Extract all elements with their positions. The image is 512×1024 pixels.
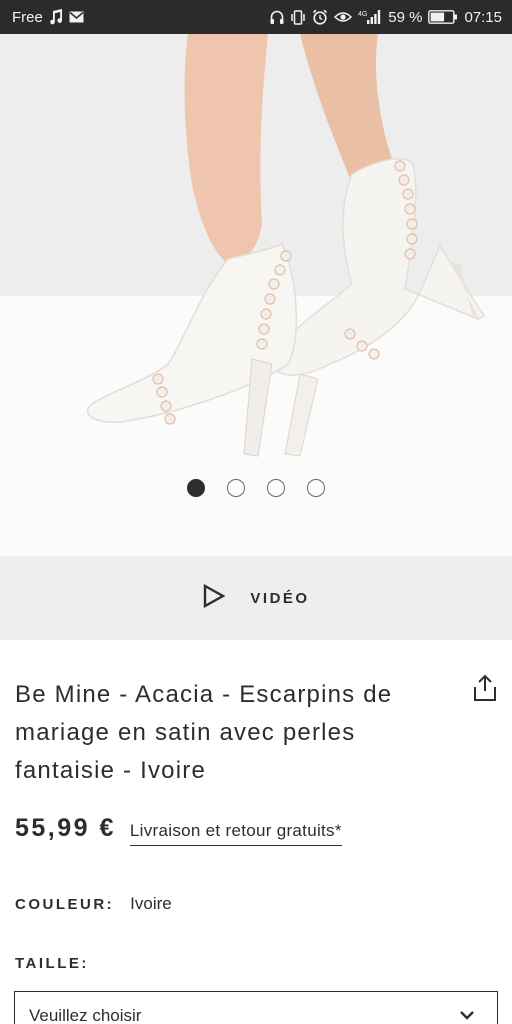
size-label: TAILLE: xyxy=(15,955,89,972)
alarm-icon xyxy=(312,9,328,25)
clock-time: 07:15 xyxy=(464,8,502,26)
product-title: Be Mine - Acacia - Escarpins de mariage … xyxy=(15,681,393,784)
signal-icon: 4G xyxy=(358,9,382,25)
video-label: VIDÉO xyxy=(250,589,310,607)
status-right: 4G 59 % 07:15 xyxy=(270,9,502,26)
video-button[interactable]: VIDÉO xyxy=(0,556,512,640)
headphones-icon xyxy=(270,9,284,25)
mail-icon xyxy=(69,9,84,25)
delivery-link[interactable]: Livraison et retour gratuits* xyxy=(129,821,342,846)
chevron-down-icon xyxy=(459,1007,475,1024)
color-value: Ivoire xyxy=(130,894,172,913)
gallery-pagination xyxy=(0,479,512,497)
network-label: 4G xyxy=(358,11,367,18)
status-left: Free xyxy=(12,9,84,26)
price-row: 55,99 € Livraison et retour gratuits* xyxy=(15,814,342,846)
eye-icon xyxy=(334,9,353,25)
battery-percent: 59 % xyxy=(388,8,423,26)
size-select-value: Veuillez choisir xyxy=(29,1006,142,1024)
gallery-dot-4[interactable] xyxy=(307,479,325,497)
gallery-dot-3[interactable] xyxy=(267,479,285,497)
music-note-icon xyxy=(49,9,63,25)
status-bar: Free 4G 59 % 07:15 xyxy=(0,0,512,34)
gallery-dot-2[interactable] xyxy=(227,479,245,497)
color-row: COULEUR: Ivoire xyxy=(15,894,172,914)
play-icon xyxy=(202,583,226,613)
product-price: 55,99 € xyxy=(15,814,116,842)
battery-icon xyxy=(428,9,458,25)
carrier-label: Free xyxy=(12,8,43,26)
vibrate-icon xyxy=(290,9,306,25)
product-image-gallery[interactable] xyxy=(0,34,512,556)
gallery-dot-1[interactable] xyxy=(187,479,205,497)
color-label: COULEUR: xyxy=(15,896,115,913)
share-icon xyxy=(472,674,498,707)
product-image xyxy=(87,34,486,457)
share-button[interactable] xyxy=(470,674,500,706)
size-select[interactable]: Veuillez choisir xyxy=(14,991,498,1024)
